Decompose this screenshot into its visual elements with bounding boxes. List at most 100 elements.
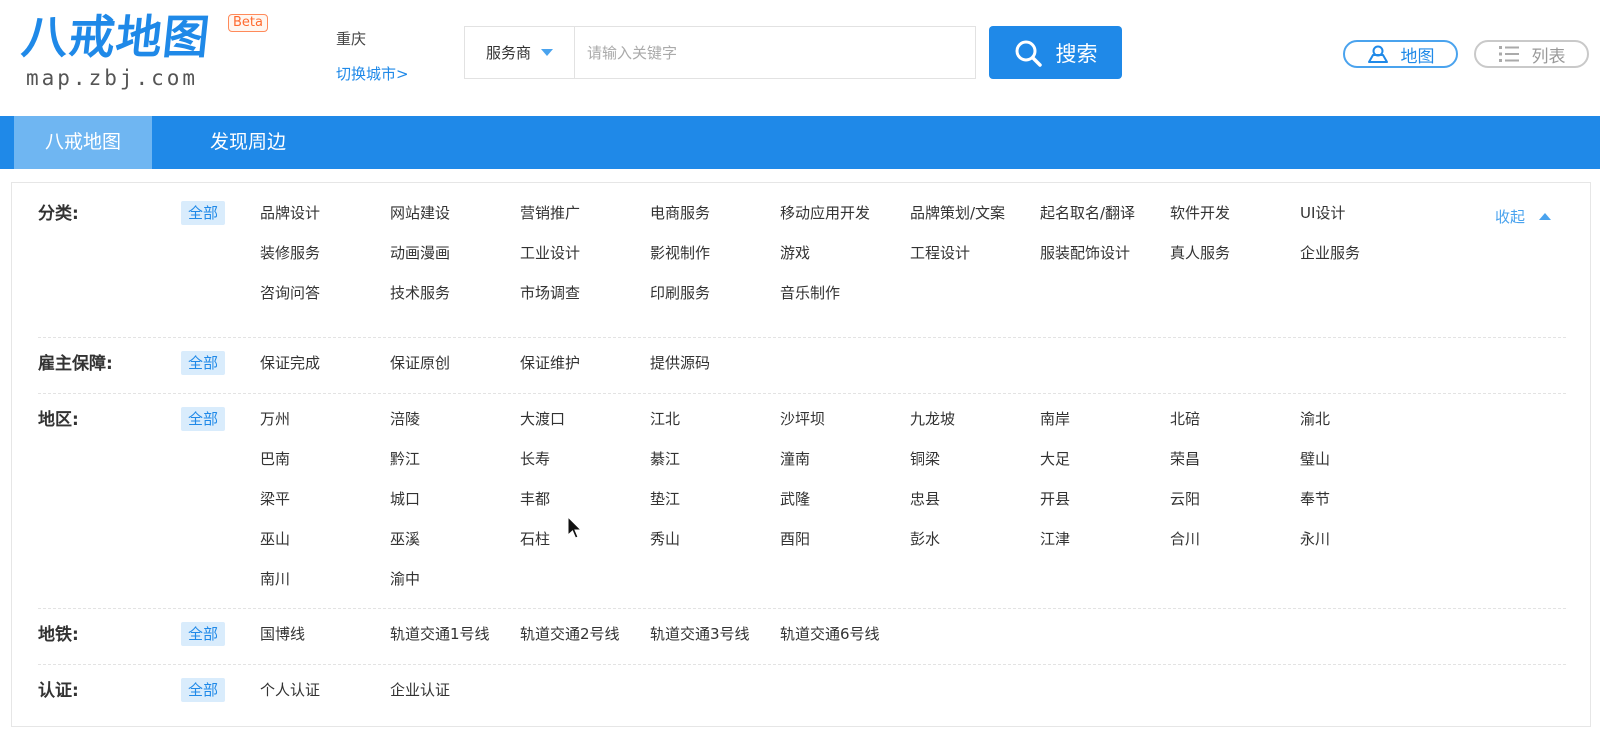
collapse-label: 收起 xyxy=(1495,208,1526,226)
filter-option-region[interactable]: 长寿 xyxy=(520,447,550,471)
filter-option-region[interactable]: 忠县 xyxy=(910,487,940,511)
current-city: 重庆 xyxy=(336,30,367,48)
filter-option-region[interactable]: 云阳 xyxy=(1170,487,1200,511)
filter-option-category[interactable]: 工业设计 xyxy=(520,241,580,265)
filter-option-region[interactable]: 江北 xyxy=(650,407,680,431)
collapse-filters-button[interactable]: 收起 xyxy=(1495,206,1552,227)
search-button[interactable]: 搜索 xyxy=(989,26,1122,79)
filter-option-region[interactable]: 大渡口 xyxy=(520,407,565,431)
filter-option-region[interactable]: 南川 xyxy=(260,567,290,591)
filter-option-category[interactable]: 企业服务 xyxy=(1300,241,1360,265)
filter-option-region[interactable]: 渝北 xyxy=(1300,407,1330,431)
logo-title: 八戒地图 xyxy=(19,10,213,64)
filter-option-category[interactable]: 网站建设 xyxy=(390,201,450,225)
filter-option-metro[interactable]: 轨道交通6号线 xyxy=(780,622,880,646)
filter-option-region[interactable]: 大足 xyxy=(1040,447,1070,471)
filter-option-region[interactable]: 武隆 xyxy=(780,487,810,511)
filter-option-guarantee[interactable]: 保证原创 xyxy=(390,351,450,375)
filter-option-category[interactable]: 影视制作 xyxy=(650,241,710,265)
filter-option-category[interactable]: 品牌设计 xyxy=(260,201,320,225)
filter-all-category[interactable]: 全部 xyxy=(181,201,226,225)
filter-option-category[interactable]: 技术服务 xyxy=(390,281,450,305)
filter-option-region[interactable]: 荣昌 xyxy=(1170,447,1200,471)
filter-option-region[interactable]: 铜梁 xyxy=(910,447,940,471)
filter-label-certification: 认证: xyxy=(38,681,79,701)
filter-option-category[interactable]: 起名取名/翻译 xyxy=(1040,201,1135,225)
filter-option-guarantee[interactable]: 保证完成 xyxy=(260,351,320,375)
filter-option-region[interactable]: 綦江 xyxy=(650,447,680,471)
filter-all-guarantee[interactable]: 全部 xyxy=(181,351,226,375)
filter-option-region[interactable]: 奉节 xyxy=(1300,487,1330,511)
filter-option-region[interactable]: 城口 xyxy=(390,487,420,511)
filter-option-category[interactable]: 软件开发 xyxy=(1170,201,1230,225)
nav-tab-discover[interactable]: 发现周边 xyxy=(178,116,318,169)
filter-option-metro[interactable]: 轨道交通3号线 xyxy=(650,622,750,646)
filter-option-category[interactable]: 音乐制作 xyxy=(780,281,840,305)
filter-option-region[interactable]: 巫溪 xyxy=(390,527,420,551)
filter-row-certification: 认证: 全部 个人认证 企业认证 xyxy=(38,665,1566,721)
filter-option-region[interactable]: 璧山 xyxy=(1300,447,1330,471)
filter-option-region[interactable]: 九龙坡 xyxy=(910,407,955,431)
filter-option-metro[interactable]: 轨道交通1号线 xyxy=(390,622,490,646)
filter-option-region[interactable]: 巫山 xyxy=(260,527,290,551)
search-button-label: 搜索 xyxy=(1055,41,1098,66)
beta-badge: Beta xyxy=(228,14,268,32)
filter-option-guarantee[interactable]: 提供源码 xyxy=(650,351,710,375)
filter-option-region[interactable]: 沙坪坝 xyxy=(780,407,825,431)
filter-option-category[interactable]: 真人服务 xyxy=(1170,241,1230,265)
filter-label-metro: 地铁: xyxy=(38,625,79,645)
filter-option-region[interactable]: 涪陵 xyxy=(390,407,420,431)
filter-option-region[interactable]: 酉阳 xyxy=(780,527,810,551)
filter-option-category[interactable]: 工程设计 xyxy=(910,241,970,265)
filter-option-region[interactable]: 合川 xyxy=(1170,527,1200,551)
filter-option-category[interactable]: 市场调查 xyxy=(520,281,580,305)
filter-option-region[interactable]: 开县 xyxy=(1040,487,1070,511)
filter-option-category[interactable]: 服装配饰设计 xyxy=(1040,241,1130,265)
search-type-dropdown[interactable]: 服务商 xyxy=(465,27,575,78)
filter-option-category[interactable]: 品牌策划/文案 xyxy=(910,201,1005,225)
filter-option-region[interactable]: 垫江 xyxy=(650,487,680,511)
filter-option-category[interactable]: 动画漫画 xyxy=(390,241,450,265)
filter-option-region[interactable]: 丰都 xyxy=(520,487,550,511)
search-input[interactable] xyxy=(577,27,973,78)
filter-option-region[interactable]: 江津 xyxy=(1040,527,1070,551)
switch-city-link[interactable]: 切换城市> xyxy=(336,63,409,84)
filter-option-region[interactable]: 南岸 xyxy=(1040,407,1070,431)
filter-option-region[interactable]: 黔江 xyxy=(390,447,420,471)
filter-row-metro: 地铁: 全部 国博线 轨道交通1号线 轨道交通2号线 轨道交通3号线 轨道交通6号线 xyxy=(38,609,1566,665)
filter-option-region[interactable]: 彭水 xyxy=(910,527,940,551)
logo[interactable]: 八戒地图 map.zbj.com Beta xyxy=(19,10,282,96)
filter-option-certification[interactable]: 企业认证 xyxy=(390,678,450,702)
filter-option-category[interactable]: 咨询问答 xyxy=(260,281,320,305)
filter-option-region[interactable]: 秀山 xyxy=(650,527,680,551)
filter-all-metro[interactable]: 全部 xyxy=(181,622,226,646)
nav-tab-map[interactable]: 八戒地图 xyxy=(14,116,152,169)
filter-label-category: 分类: xyxy=(38,204,79,224)
filter-option-category[interactable]: 营销推广 xyxy=(520,201,580,225)
filter-option-category[interactable]: 装修服务 xyxy=(260,241,320,265)
filter-option-region[interactable]: 梁平 xyxy=(260,487,290,511)
map-view-label: 地图 xyxy=(1400,46,1435,67)
filter-all-certification[interactable]: 全部 xyxy=(181,678,226,702)
filter-option-region[interactable]: 北碚 xyxy=(1170,407,1200,431)
filter-option-certification[interactable]: 个人认证 xyxy=(260,678,320,702)
filter-option-metro[interactable]: 轨道交通2号线 xyxy=(520,622,620,646)
filter-option-metro[interactable]: 国博线 xyxy=(260,622,305,646)
filter-all-region[interactable]: 全部 xyxy=(181,407,226,431)
filter-option-category[interactable]: 电商服务 xyxy=(650,201,710,225)
filter-option-region[interactable]: 潼南 xyxy=(780,447,810,471)
filter-option-guarantee[interactable]: 保证维护 xyxy=(520,351,580,375)
filter-option-region[interactable]: 渝中 xyxy=(390,567,420,591)
filter-option-category[interactable]: 移动应用开发 xyxy=(780,201,870,225)
chevron-up-icon xyxy=(1539,213,1552,220)
filter-option-category[interactable]: 印刷服务 xyxy=(650,281,710,305)
header: 八戒地图 map.zbj.com Beta 重庆 切换城市> 服务商 搜索 地图 xyxy=(0,0,1600,116)
filter-option-category[interactable]: UI设计 xyxy=(1300,201,1345,225)
map-view-toggle[interactable]: 地图 xyxy=(1343,40,1458,68)
list-view-toggle[interactable]: 列表 xyxy=(1474,40,1589,68)
filter-option-region[interactable]: 巴南 xyxy=(260,447,290,471)
filter-option-category[interactable]: 游戏 xyxy=(780,241,810,265)
filter-option-region[interactable]: 永川 xyxy=(1300,527,1330,551)
filter-option-region[interactable]: 万州 xyxy=(260,407,290,431)
filter-option-region[interactable]: 石柱 xyxy=(520,527,550,551)
